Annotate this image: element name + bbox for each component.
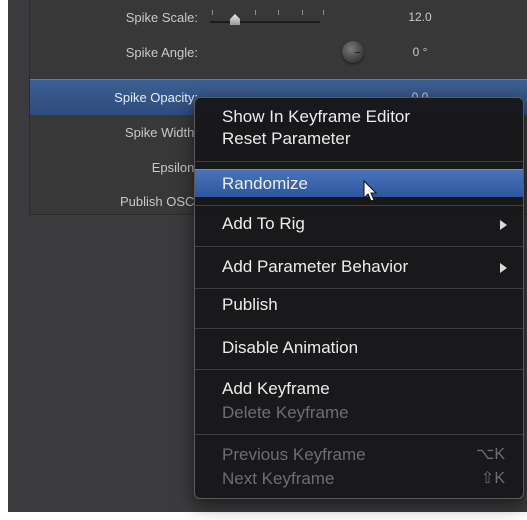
menu-shortcut: ⇧K (480, 470, 505, 487)
menu-separator (195, 288, 523, 289)
spike-scale-slider[interactable] (210, 10, 360, 26)
slider-tick (323, 10, 324, 15)
menu-item-label: Reset Parameter (222, 129, 351, 148)
menu-separator (195, 246, 523, 247)
menu-item-randomize[interactable]: Randomize (195, 169, 523, 197)
param-value[interactable]: 0 ° (390, 35, 450, 70)
slider-tick (302, 10, 303, 15)
param-label: Epsilon: (151, 160, 198, 175)
menu-item-disable-animation[interactable]: Disable Animation (195, 337, 523, 359)
mouse-pointer-icon (363, 180, 378, 202)
menu-item-label: Add Keyframe (222, 379, 330, 398)
menu-item-reset-parameter[interactable]: Reset Parameter (195, 128, 523, 150)
param-value[interactable]: 12.0 (390, 0, 450, 35)
menu-item-publish[interactable]: Publish (195, 294, 523, 316)
menu-item-label: Publish (222, 295, 278, 314)
slider-track (210, 21, 320, 23)
submenu-arrow-icon (500, 220, 507, 230)
angle-dial[interactable] (342, 41, 364, 63)
menu-item-label: Disable Animation (222, 338, 359, 357)
param-label: Publish OSC: (119, 194, 198, 209)
menu-item-add-parameter-behavior[interactable]: Add Parameter Behavior (195, 256, 523, 278)
menu-item-previous-keyframe[interactable]: Previous Keyframe ⌥K (195, 444, 523, 466)
menu-item-label: Next Keyframe (222, 469, 335, 488)
param-row-spike-angle[interactable]: Spike Angle: 0 ° (30, 35, 527, 70)
menu-separator (195, 434, 523, 435)
menu-item-label: Delete Keyframe (222, 403, 349, 422)
context-menu: Show In Keyframe Editor Reset Parameter … (194, 97, 524, 499)
menu-item-next-keyframe[interactable]: Next Keyframe ⇧K (195, 468, 523, 490)
menu-separator (195, 328, 523, 329)
slider-tick (212, 10, 213, 15)
menu-item-delete-keyframe[interactable]: Delete Keyframe (195, 402, 523, 424)
menu-separator (195, 205, 523, 206)
menu-item-label: Previous Keyframe (222, 445, 366, 464)
menu-item-add-to-rig[interactable]: Add To Rig (195, 213, 523, 235)
menu-shortcut: ⌥K (475, 446, 505, 463)
param-row-spike-scale[interactable]: Spike Scale: 12.0 (30, 0, 527, 35)
menu-separator (195, 369, 523, 370)
menu-item-add-keyframe[interactable]: Add Keyframe (195, 378, 523, 400)
menu-item-label: Add To Rig (222, 214, 305, 233)
submenu-arrow-icon (500, 263, 507, 273)
menu-item-label: Randomize (222, 174, 308, 193)
menu-item-label: Show In Keyframe Editor (222, 107, 411, 126)
menu-item-label: Add Parameter Behavior (222, 257, 409, 276)
slider-tick (278, 10, 279, 15)
menu-item-show-in-keyframe-editor[interactable]: Show In Keyframe Editor (195, 106, 523, 128)
param-label: Spike Angle: (125, 45, 198, 60)
param-label: Spike Scale: (125, 10, 198, 25)
slider-tick (255, 10, 256, 15)
slider-thumb[interactable] (230, 14, 240, 25)
menu-separator (195, 161, 523, 162)
param-label: Spike Width: (125, 125, 198, 140)
param-label: Spike Opacity: (114, 90, 198, 105)
